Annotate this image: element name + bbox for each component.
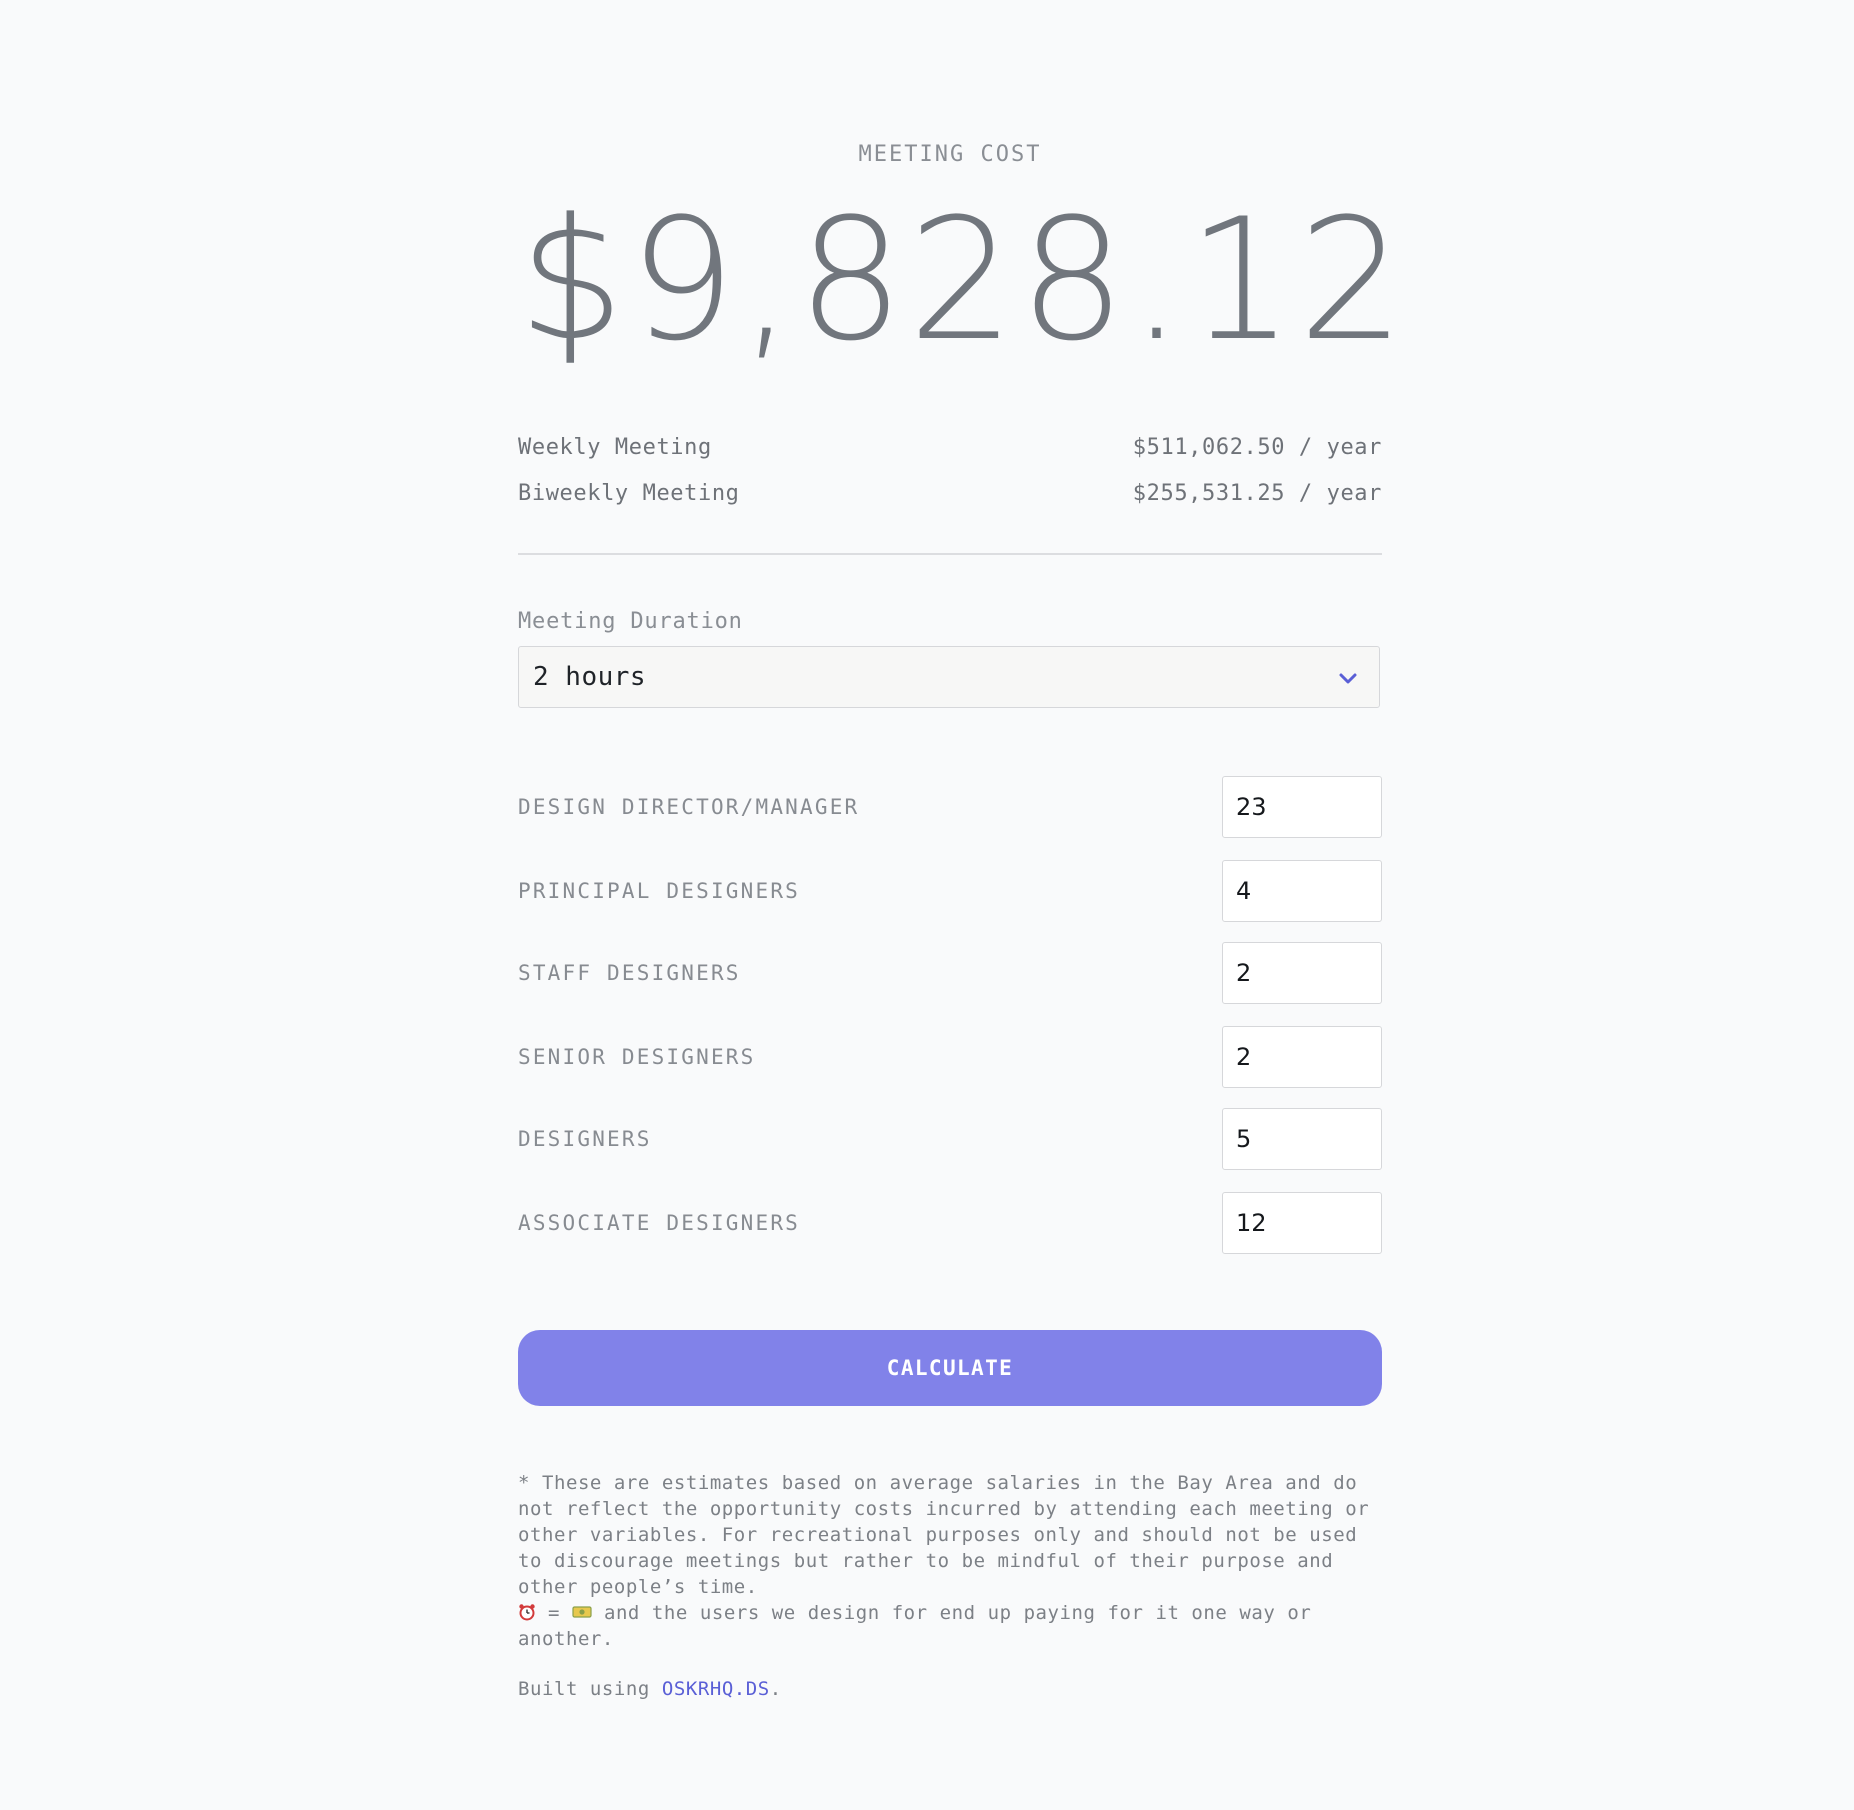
role-label: ASSOCIATE DESIGNERS	[518, 1211, 801, 1235]
biweekly-label: Biweekly Meeting	[518, 481, 740, 506]
role-row-principal-designers: PRINCIPAL DESIGNERS	[518, 860, 1382, 922]
disclaimer-text: * These are estimates based on average s…	[518, 1472, 1370, 1598]
built-using-line: Built using OSKRHQ.DS.	[518, 1678, 782, 1700]
alarm-clock-icon	[519, 1604, 535, 1621]
meeting-cost-total: $9,828.12	[518, 182, 1410, 378]
duration-label: Meeting Duration	[518, 609, 743, 634]
divider	[518, 553, 1382, 555]
built-suffix: .	[769, 1678, 782, 1700]
role-count-input[interactable]	[1222, 1026, 1382, 1088]
role-row-designers: DESIGNERS	[518, 1108, 1382, 1170]
emoji-tail-text: and the users we design for end up payin…	[518, 1602, 1312, 1650]
role-label: PRINCIPAL DESIGNERS	[518, 879, 801, 903]
biweekly-summary-row: Biweekly Meeting $255,531.25 / year	[518, 481, 1382, 506]
role-label: DESIGN DIRECTOR/MANAGER	[518, 795, 860, 819]
role-count-input[interactable]	[1222, 776, 1382, 838]
role-count-input[interactable]	[1222, 1192, 1382, 1254]
role-count-input[interactable]	[1222, 1108, 1382, 1170]
role-count-input[interactable]	[1222, 860, 1382, 922]
weekly-value: $511,062.50 / year	[1132, 435, 1382, 460]
duration-selected-value: 2 hours	[533, 662, 647, 692]
weekly-summary-row: Weekly Meeting $511,062.50 / year	[518, 435, 1382, 460]
role-row-staff-designers: STAFF DESIGNERS	[518, 942, 1382, 1004]
calculate-button[interactable]: CALCULATE	[518, 1330, 1382, 1406]
role-label: SENIOR DESIGNERS	[518, 1045, 756, 1069]
oskrhq-ds-link[interactable]: OSKRHQ.DS	[662, 1678, 770, 1700]
role-count-input[interactable]	[1222, 942, 1382, 1004]
role-row-design-director: DESIGN DIRECTOR/MANAGER	[518, 776, 1382, 838]
weekly-label: Weekly Meeting	[518, 435, 712, 460]
chevron-down-icon	[1339, 673, 1357, 684]
emoji-line: = and the users we design for end up pay…	[518, 1600, 1382, 1652]
biweekly-value: $255,531.25 / year	[1132, 481, 1382, 506]
duration-select[interactable]: 2 hours	[518, 646, 1380, 708]
disclaimer-note: * These are estimates based on average s…	[518, 1470, 1382, 1652]
meeting-cost-heading: MEETING COST	[858, 142, 1042, 167]
money-icon	[572, 1606, 592, 1618]
role-row-associate-designers: ASSOCIATE DESIGNERS	[518, 1192, 1382, 1254]
emoji-equals: =	[536, 1602, 572, 1624]
role-label: STAFF DESIGNERS	[518, 961, 741, 985]
role-label: DESIGNERS	[518, 1127, 652, 1151]
built-prefix: Built using	[518, 1678, 662, 1700]
role-row-senior-designers: SENIOR DESIGNERS	[518, 1026, 1382, 1088]
